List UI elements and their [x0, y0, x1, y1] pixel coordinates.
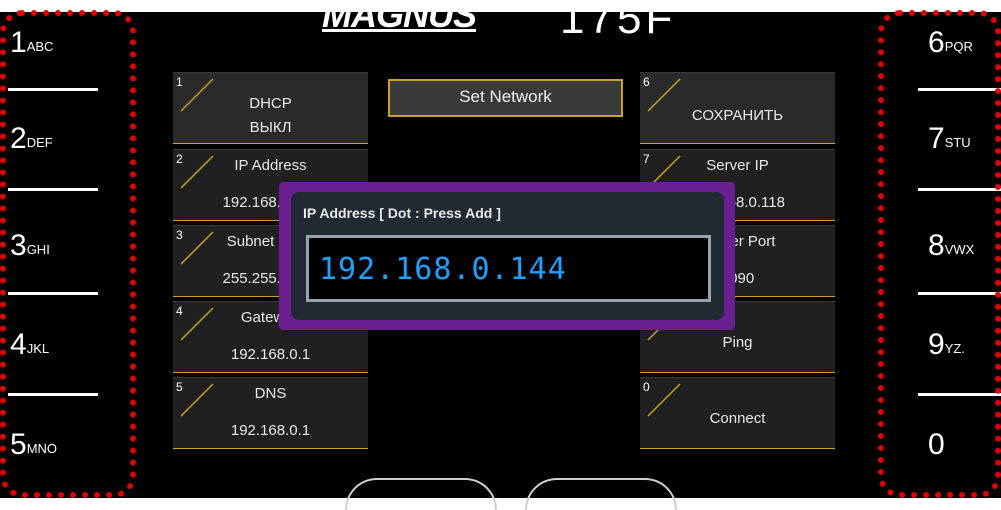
button-value: ВЫКЛ [249, 119, 292, 136]
model-label: 175F [560, 0, 677, 43]
dhcp-button[interactable]: 1 DHCP ВЫКЛ [173, 72, 368, 144]
dialog-panel: IP Address [ Dot : Press Add ] 192.168.0… [291, 192, 724, 320]
right-keypad-highlight [878, 10, 1001, 498]
button-label: IP Address [234, 157, 307, 174]
button-value: 192.168.0.1 [230, 422, 311, 439]
top-white-strip [0, 0, 1001, 12]
ip-address-value: 192.168.0.144 [319, 252, 567, 287]
button-number: 0 [643, 380, 650, 394]
dns-button[interactable]: 5 DNS 192.168.0.1 [173, 377, 368, 449]
button-number: 6 [643, 75, 650, 89]
device-screen: MAGNUS 175F 1ABC 2DEF 3GHI 4JKL 5MNO 6PQ… [0, 0, 1001, 510]
connect-button[interactable]: 0 Connect [640, 377, 835, 449]
bottom-softkey-left[interactable] [345, 478, 497, 510]
menu-title: Set Network [459, 87, 552, 106]
ip-address-input[interactable]: 192.168.0.144 [306, 235, 711, 302]
brand-logo: MAGNUS [322, 0, 477, 35]
left-keypad-highlight [0, 10, 136, 498]
button-label: DNS [254, 385, 287, 402]
save-button[interactable]: 6 СОХРАНИТЬ [640, 72, 835, 144]
ip-address-dialog: IP Address [ Dot : Press Add ] 192.168.0… [279, 182, 735, 330]
button-label: Connect [709, 410, 766, 427]
dialog-title: IP Address [ Dot : Press Add ] [303, 205, 501, 221]
button-value: 192.168.0.1 [230, 346, 311, 363]
button-label: Server IP [706, 157, 769, 174]
bottom-softkey-right[interactable] [525, 478, 677, 510]
button-label: DHCP [249, 95, 292, 112]
button-label: СОХРАНИТЬ [691, 107, 784, 124]
button-number: 1 [176, 75, 183, 89]
button-label: Ping [722, 334, 753, 351]
